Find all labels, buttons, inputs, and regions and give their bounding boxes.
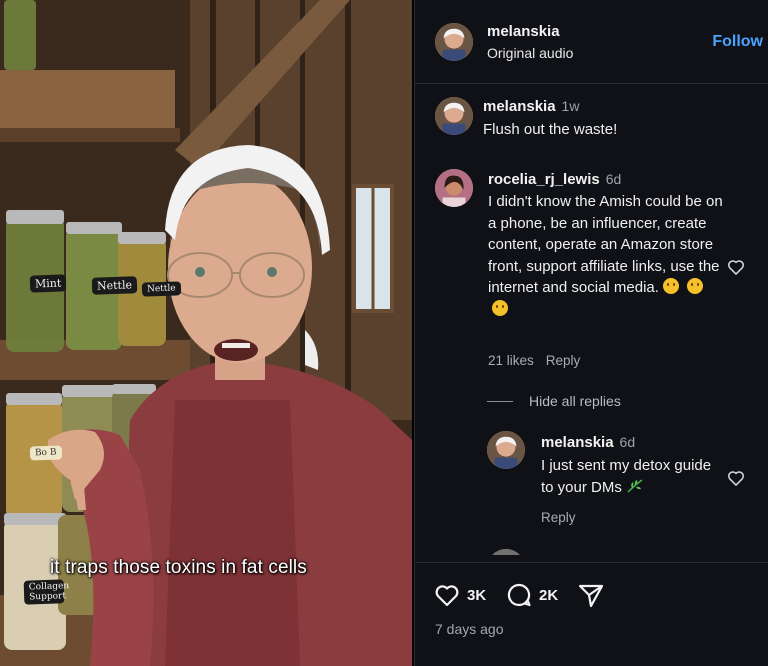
reply-button[interactable]: Reply [546, 353, 581, 368]
share-paper-plane-icon [578, 584, 604, 608]
thinking-emoji-icon [687, 278, 704, 294]
author-avatar[interactable] [435, 23, 473, 61]
comment-button[interactable]: 2K [505, 581, 558, 609]
post-header: melanskia Original audio Follow [415, 0, 768, 84]
hide-replies-button[interactable]: Hide all replies [529, 393, 621, 409]
comment-time: 6d [605, 171, 622, 187]
thinking-emoji-icon [492, 299, 508, 316]
follow-button[interactable]: Follow [712, 33, 763, 51]
reply-text: I just sent my detox guide to your DMs [541, 455, 721, 498]
comment-user[interactable]: rocelia_rj_lewis [488, 171, 600, 188]
like-reply-heart-icon[interactable] [726, 468, 746, 488]
comment-avatar[interactable] [435, 97, 473, 135]
thinking-emoji-icon [662, 278, 679, 294]
like-comment-heart-icon[interactable] [726, 257, 746, 277]
reply-meta: Reply [541, 510, 588, 525]
jar-label: Collagen Support [23, 579, 69, 605]
comment-meta: 21 likes Reply [488, 353, 592, 368]
post-actions-bar: 3K 2K 7 days ago [415, 562, 768, 666]
herb-leaf-icon [627, 478, 643, 493]
reply-user[interactable]: melanskia [541, 434, 614, 451]
audio-label[interactable]: Original audio [487, 45, 573, 61]
comment-text: I didn't know the Amish could be on a ph… [488, 191, 726, 320]
video-caption: it traps those toxins in fat cells [50, 557, 307, 578]
comments-list[interactable]: melanskia 1w Flush out the waste! rocelia… [415, 85, 768, 555]
comment-bubble-icon [507, 583, 531, 607]
jar-label: Mint [29, 274, 67, 293]
heart-icon [435, 585, 459, 607]
comment-avatar[interactable] [435, 169, 473, 207]
reply-avatar[interactable] [487, 549, 525, 555]
like-count: 3K [467, 586, 487, 604]
comment-user[interactable]: melanskia [483, 98, 556, 115]
comment-username[interactable]: rocelia_rj_lewis 6d [488, 171, 621, 188]
replies-divider [487, 401, 513, 402]
comment-likes[interactable]: 21 likes [488, 353, 534, 368]
like-button[interactable]: 3K [433, 581, 486, 609]
comment-time: 1w [561, 98, 580, 114]
reply-avatar[interactable] [487, 431, 525, 469]
jar-label: Nettle [91, 276, 138, 295]
jar-label: Bo B [29, 445, 62, 461]
share-button[interactable] [577, 581, 605, 609]
reply-time: 6d [619, 434, 636, 450]
post-side-panel: melanskia Original audio Follow melanski… [414, 0, 768, 666]
comment-username[interactable]: melanskia 1w [483, 98, 579, 115]
video-player[interactable]: Mint Nettle Nettle Bo B Collagen Support… [0, 0, 412, 666]
reply-button[interactable]: Reply [541, 510, 576, 525]
jar-label: Nettle [141, 281, 181, 297]
post-date: 7 days ago [435, 621, 504, 637]
author-username[interactable]: melanskia [487, 23, 560, 40]
reply-username[interactable]: melanskia 6d [541, 434, 635, 451]
comment-text: Flush out the waste! [483, 121, 618, 138]
comment-count: 2K [539, 586, 559, 604]
